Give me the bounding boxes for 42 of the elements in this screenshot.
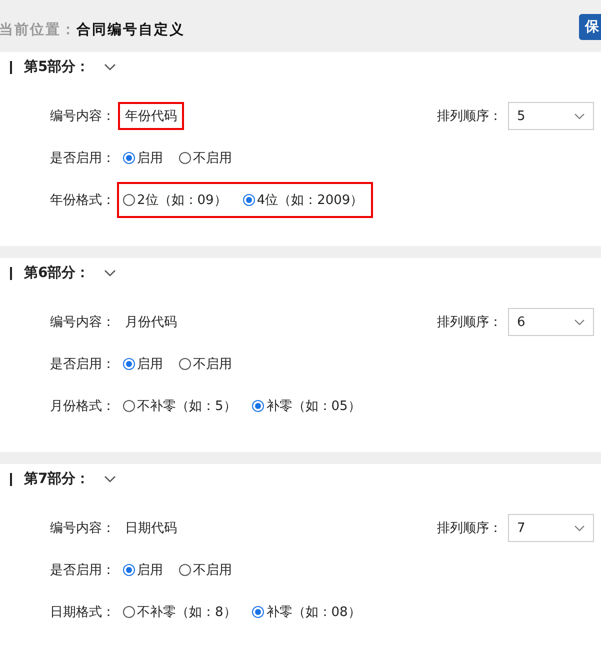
field-label: 编号内容： bbox=[50, 314, 115, 331]
field-label: 是否启用： bbox=[50, 562, 115, 579]
radio-option[interactable]: 补零（如：05） bbox=[252, 397, 361, 415]
order-select[interactable]: 6 bbox=[508, 308, 594, 336]
radio-option[interactable]: 启用 bbox=[123, 355, 163, 373]
field-label: 编号内容： bbox=[50, 520, 115, 537]
order-select[interactable]: 5 bbox=[508, 102, 594, 130]
breadcrumb-current: 合同编号自定义 bbox=[76, 21, 185, 39]
radio-option[interactable]: 4位（如：2009） bbox=[242, 191, 364, 209]
field-label: 排列顺序： bbox=[437, 108, 502, 125]
chevron-icon[interactable] bbox=[104, 63, 116, 71]
radio-option[interactable]: 2位（如：09） bbox=[123, 191, 227, 209]
order-select[interactable]: 7 bbox=[508, 514, 594, 542]
field-label: 编号内容： bbox=[50, 108, 115, 125]
radio-option[interactable]: 启用 bbox=[123, 561, 163, 579]
field-label: 是否启用： bbox=[50, 356, 115, 373]
radio-option[interactable]: 不启用 bbox=[179, 355, 232, 373]
chevron-icon[interactable] bbox=[104, 475, 116, 483]
field-label: 日期格式： bbox=[50, 604, 115, 621]
field-label: 月份格式： bbox=[50, 398, 115, 415]
radio-option[interactable]: 不启用 bbox=[179, 561, 232, 579]
caret-icon bbox=[574, 318, 585, 326]
caret-icon bbox=[574, 524, 585, 532]
section-title: 第6部分： bbox=[24, 264, 90, 282]
field-label: 排列顺序： bbox=[437, 314, 502, 331]
radio-option[interactable]: 不补零（如：5） bbox=[123, 397, 236, 415]
radio-option[interactable]: 启用 bbox=[123, 149, 163, 167]
content-value: 月份代码 bbox=[124, 314, 178, 332]
field-label: 年份格式： bbox=[50, 192, 115, 209]
radio-option[interactable]: 不启用 bbox=[179, 149, 232, 167]
section-title: 第5部分： bbox=[24, 58, 90, 76]
radio-option[interactable]: 补零（如：08） bbox=[252, 603, 361, 621]
content-value: 年份代码 bbox=[118, 102, 184, 130]
radio-option[interactable]: 不补零（如：8） bbox=[123, 603, 236, 621]
caret-icon bbox=[574, 112, 585, 120]
breadcrumb-label: 当前位置： bbox=[0, 21, 76, 39]
chevron-icon[interactable] bbox=[104, 269, 116, 277]
field-label: 是否启用： bbox=[50, 150, 115, 167]
content-value: 日期代码 bbox=[124, 520, 178, 538]
save-button[interactable]: 保 bbox=[579, 14, 601, 40]
field-label: 排列顺序： bbox=[437, 520, 502, 537]
section-title: 第7部分： bbox=[24, 470, 90, 488]
